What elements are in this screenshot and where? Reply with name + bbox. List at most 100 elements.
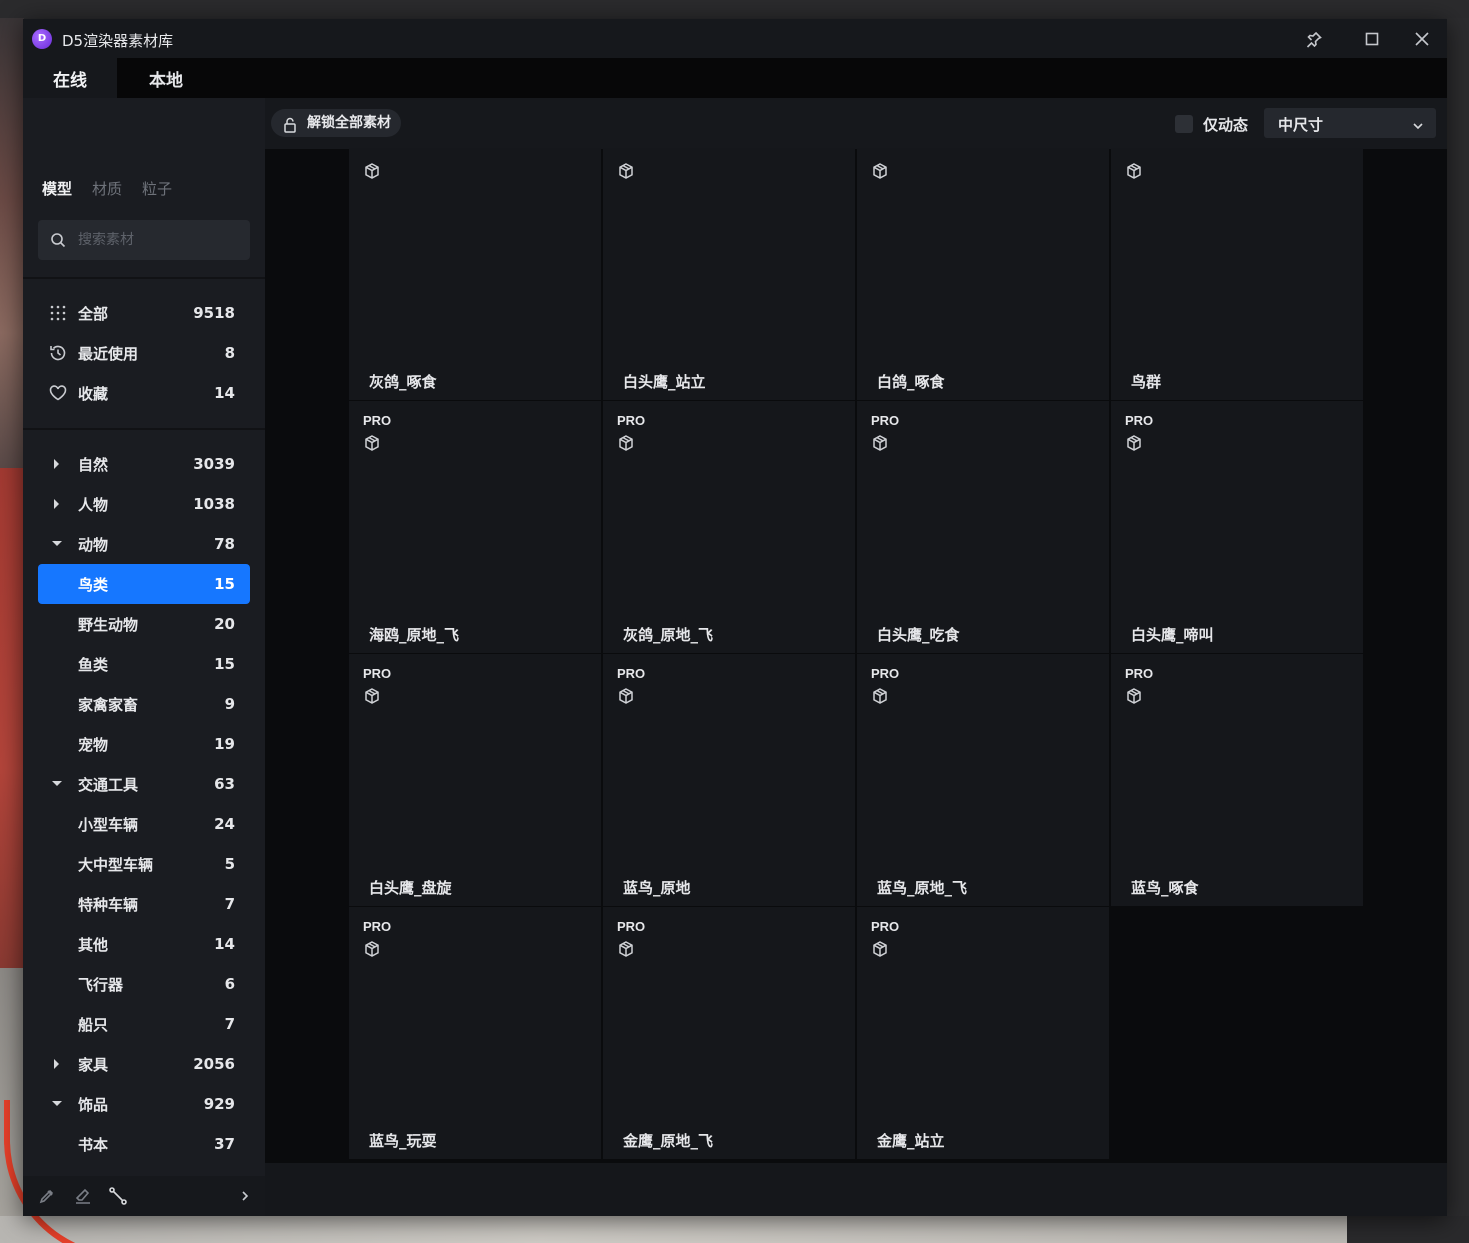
- asset-card[interactable]: PRO 金鹰_站立: [857, 907, 1109, 1159]
- pro-badge: PRO: [363, 666, 392, 681]
- category-item[interactable]: 小型车辆 24: [38, 804, 250, 844]
- asset-card[interactable]: 白鸽_啄食: [857, 148, 1109, 400]
- category-item[interactable]: 家具 2056: [38, 1044, 250, 1084]
- caret-down-icon[interactable]: [52, 781, 62, 786]
- nav-count: 14: [214, 384, 235, 402]
- category-item[interactable]: 人物 1038: [38, 484, 250, 524]
- category-item[interactable]: 宠物 19: [38, 724, 250, 764]
- model-cube-icon: [617, 687, 635, 705]
- path-tool-icon[interactable]: [108, 1186, 128, 1206]
- nav-label: 全部: [78, 304, 109, 323]
- unlock-all-button[interactable]: 解锁全部素材: [271, 109, 401, 137]
- nav-favorites[interactable]: 收藏 14: [38, 373, 250, 413]
- sidebar-footer: [23, 1176, 265, 1216]
- asset-name: 鸟群: [1131, 373, 1162, 391]
- category-item[interactable]: 飞行器 6: [38, 964, 250, 1004]
- category-item[interactable]: 动物 78: [38, 524, 250, 564]
- asset-card[interactable]: PRO 灰鸽_原地_飞: [603, 401, 855, 653]
- lock-icon: [283, 115, 297, 143]
- search-input[interactable]: [78, 220, 243, 260]
- asset-card[interactable]: 灰鸽_啄食: [349, 148, 601, 400]
- asset-card[interactable]: 鸟群: [1111, 148, 1363, 400]
- asset-name: 白头鹰_站立: [623, 373, 706, 391]
- caret-down-icon[interactable]: [52, 541, 62, 546]
- category-item[interactable]: 其他 14: [38, 924, 250, 964]
- category-item[interactable]: 自然 3039: [38, 444, 250, 484]
- category-item[interactable]: 鸟类 15: [38, 564, 250, 604]
- nav-recent[interactable]: 最近使用 8: [38, 333, 250, 373]
- pro-badge: PRO: [363, 413, 392, 428]
- model-cube-icon: [1125, 162, 1143, 180]
- category-item[interactable]: 饰品 929: [38, 1084, 250, 1124]
- asset-name: 白鸽_啄食: [877, 373, 945, 391]
- nav-label: 最近使用: [78, 344, 139, 363]
- divider: [23, 277, 265, 279]
- size-select[interactable]: 中尺寸: [1264, 108, 1436, 138]
- chevron-right-icon[interactable]: [235, 1186, 255, 1206]
- category-item[interactable]: 特种车辆 7: [38, 884, 250, 924]
- window-title: D5渲染器素材库: [62, 32, 174, 50]
- asset-card[interactable]: PRO 金鹰_原地_飞: [603, 907, 855, 1159]
- tab-online[interactable]: 在线: [23, 58, 117, 98]
- category-count: 63: [214, 775, 235, 793]
- asset-card[interactable]: PRO 白头鹰_吃食: [857, 401, 1109, 653]
- category-item[interactable]: 野生动物 20: [38, 604, 250, 644]
- asset-name: 金鹰_原地_飞: [623, 1132, 714, 1150]
- caret-right-icon[interactable]: [54, 499, 59, 509]
- asset-name: 蓝鸟_原地_飞: [877, 879, 968, 897]
- asset-card[interactable]: PRO 蓝鸟_原地_飞: [857, 654, 1109, 906]
- eraser-icon[interactable]: [73, 1186, 93, 1206]
- asset-card[interactable]: PRO 蓝鸟_啄食: [1111, 654, 1363, 906]
- pro-badge: PRO: [1125, 413, 1154, 428]
- pin-button[interactable]: [1301, 27, 1327, 51]
- caret-right-icon[interactable]: [54, 1059, 59, 1069]
- category-item[interactable]: 家禽家畜 9: [38, 684, 250, 724]
- maximize-icon: [1365, 32, 1379, 46]
- app-logo-icon: D: [32, 29, 52, 49]
- maximize-button[interactable]: [1359, 27, 1385, 51]
- title-bar[interactable]: D D5渲染器素材库: [23, 19, 1447, 58]
- asset-card[interactable]: PRO 白头鹰_啼叫: [1111, 401, 1363, 653]
- model-cube-icon: [871, 687, 889, 705]
- nav-all[interactable]: 全部 9518: [38, 293, 250, 333]
- category-item[interactable]: 鱼类 15: [38, 644, 250, 684]
- source-tabs: 在线 本地: [23, 58, 1447, 98]
- model-cube-icon: [617, 940, 635, 958]
- close-button[interactable]: [1409, 27, 1435, 51]
- asset-name: 海鸥_原地_飞: [369, 626, 460, 644]
- caret-right-icon[interactable]: [54, 459, 59, 469]
- tab-local[interactable]: 本地: [119, 58, 213, 98]
- model-cube-icon: [871, 434, 889, 452]
- unlock-all-label: 解锁全部素材: [307, 115, 391, 131]
- asset-card[interactable]: PRO 蓝鸟_玩耍: [349, 907, 601, 1159]
- model-cube-icon: [363, 162, 381, 180]
- asset-card[interactable]: PRO 白头鹰_盘旋: [349, 654, 601, 906]
- model-cube-icon: [1125, 434, 1143, 452]
- tab-models[interactable]: 模型: [42, 178, 72, 199]
- category-item[interactable]: 交通工具 63: [38, 764, 250, 804]
- category-label: 其他: [78, 935, 109, 954]
- model-cube-icon: [871, 940, 889, 958]
- tab-particles[interactable]: 粒子: [142, 178, 172, 199]
- category-label: 书本: [78, 1135, 109, 1154]
- category-item[interactable]: 船只 7: [38, 1004, 250, 1044]
- asset-card[interactable]: PRO 蓝鸟_原地: [603, 654, 855, 906]
- dynamic-only-label: 仅动态: [1203, 116, 1249, 134]
- brush-icon[interactable]: [37, 1186, 57, 1206]
- category-count: 9: [224, 695, 235, 713]
- pro-badge: PRO: [617, 919, 646, 934]
- pro-badge: PRO: [871, 413, 900, 428]
- model-cube-icon: [363, 687, 381, 705]
- category-item[interactable]: 大中型车辆 5: [38, 844, 250, 884]
- dynamic-only-checkbox[interactable]: [1175, 115, 1193, 133]
- caret-down-icon[interactable]: [52, 1101, 62, 1106]
- pro-badge: PRO: [871, 666, 900, 681]
- tab-materials[interactable]: 材质: [92, 178, 122, 199]
- model-cube-icon: [871, 162, 889, 180]
- sidebar: 模型 材质 粒子 全部 9518: [23, 98, 265, 1216]
- pro-badge: PRO: [617, 413, 646, 428]
- asset-type-tabs: 模型 材质 粒子: [42, 178, 172, 199]
- asset-card[interactable]: 白头鹰_站立: [603, 148, 855, 400]
- asset-card[interactable]: PRO 海鸥_原地_飞: [349, 401, 601, 653]
- category-item[interactable]: 书本 37: [38, 1124, 250, 1164]
